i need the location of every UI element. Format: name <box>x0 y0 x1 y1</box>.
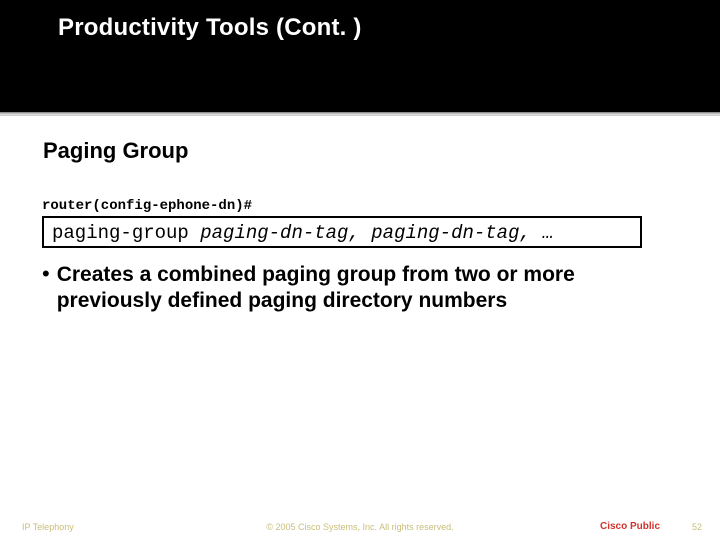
slide-title: Productivity Tools (Cont. ) <box>58 14 678 42</box>
slide-root: Productivity Tools (Cont. ) Paging Group… <box>0 0 720 540</box>
cli-command-keyword: paging-group <box>52 222 189 244</box>
footer-page: 52 <box>692 522 702 532</box>
cli-command-box: paging-group paging-dn-tag, paging-dn-ta… <box>42 216 642 248</box>
bullet-text: Creates a combined paging group from two… <box>57 262 662 313</box>
footer-right: Cisco Public <box>600 521 660 532</box>
divider-shadow <box>0 115 720 116</box>
bullet-dot: • <box>42 262 51 285</box>
cli-prompt: router(config-ephone-dn)# <box>42 198 252 214</box>
list-item: • Creates a combined paging group from t… <box>42 262 662 313</box>
section-heading: Paging Group <box>43 138 188 164</box>
cli-command-args: paging-dn-tag, paging-dn-tag, … <box>200 222 553 244</box>
cli-prompt-text: router(config-ephone-dn)# <box>42 198 252 214</box>
bullet-list: • Creates a combined paging group from t… <box>42 262 662 313</box>
